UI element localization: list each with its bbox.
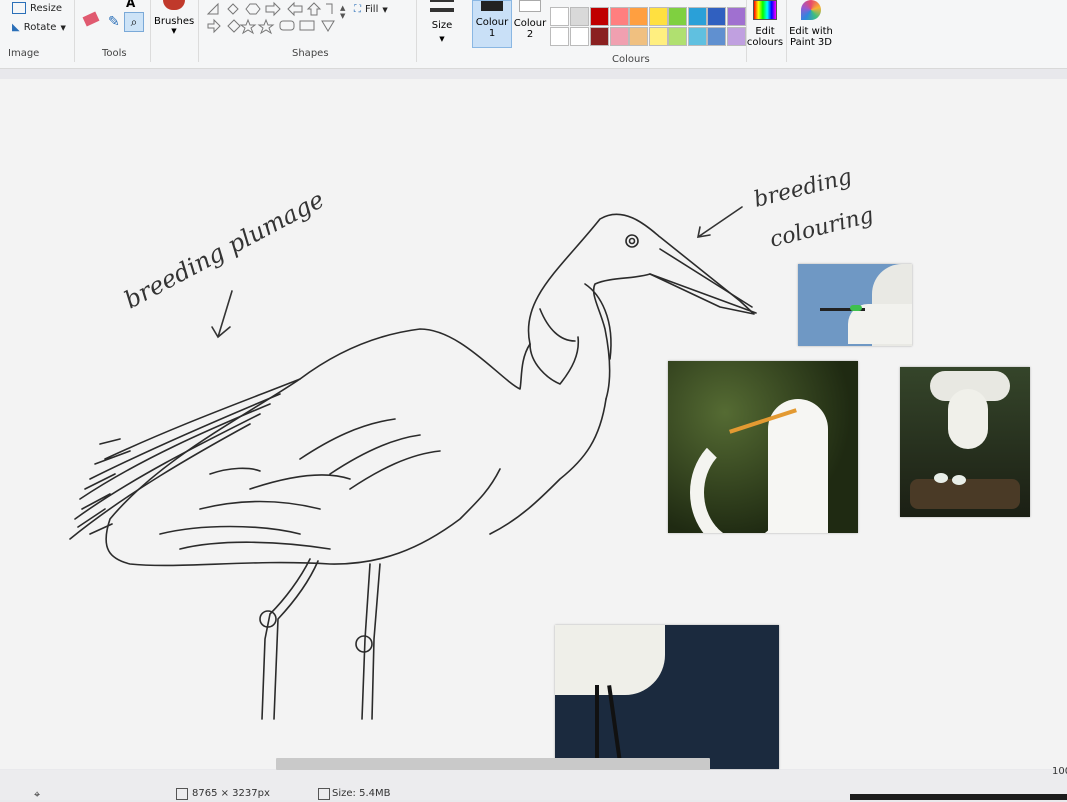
chevron-down-icon: ▼ [439,35,445,43]
chevron-down-icon: ▼ [171,27,177,35]
palette-swatch[interactable] [726,27,746,46]
palette-swatch[interactable] [648,27,668,46]
divider [416,0,417,62]
resize-icon [12,2,26,14]
palette-swatch[interactable] [609,7,629,26]
palette-swatch[interactable] [629,7,648,26]
palette-swatch-empty[interactable] [550,27,569,46]
egret-wing-feathers [159,418,441,550]
palette-swatch[interactable] [629,27,648,46]
magnifier-icon[interactable]: ⌕ [124,12,144,32]
divider [786,0,787,62]
palette-swatch[interactable] [687,7,707,26]
colour-palette [550,0,746,48]
annotation-colouring-line1: breeding [751,164,854,212]
divider [150,0,151,62]
palette-swatch[interactable] [726,7,746,26]
reference-photo-egret-pair [668,361,858,533]
palette-swatch[interactable] [590,27,609,46]
colouring-arrow [696,206,743,238]
size-lines-icon [430,0,454,12]
palette-swatch[interactable] [668,27,687,46]
chevron-down-icon: ▼ [382,5,388,14]
rotate-icon: ◣ [12,22,20,33]
colour2-swatch [519,0,541,12]
reference-photo-egret-legs [555,625,779,769]
colour-spectrum-icon [753,0,777,20]
file-size-icon [318,788,330,800]
edit-colours-button[interactable]: Edit colours [746,0,784,48]
palette-swatch-white[interactable] [550,7,569,26]
color-picker-icon[interactable]: ✎ [108,14,120,30]
drawing-canvas[interactable]: breeding plumage breeding colouring [0,79,1067,769]
rotate-button[interactable]: ◣ Rotate ▼ [12,22,66,33]
shapes-scroll[interactable]: ▲ ▼ [340,4,345,20]
shapes-group-label: Shapes [292,48,329,59]
divider [198,0,199,62]
egret-legs [261,558,381,720]
palette-swatch[interactable] [707,7,726,26]
palette-swatch[interactable] [590,7,609,26]
colour2-button[interactable]: Colour 2 [512,0,548,46]
reference-photo-egret-nest [900,367,1030,517]
egret-neck [489,308,607,535]
palette-swatch[interactable] [648,7,668,26]
canvas-area: breeding plumage breeding colouring [0,69,1067,769]
colour1-button[interactable]: Colour 1 [472,0,512,48]
fill-icon: ⛶ [354,4,361,15]
palette-swatch[interactable] [609,27,629,46]
palette-swatch[interactable] [668,7,687,26]
tools-group-label: Tools [102,48,127,59]
taskbar-strip [850,794,1067,800]
colour1-swatch [481,1,503,11]
shapes-gallery[interactable] [204,0,344,40]
file-size: Size: 5.4MB [332,788,391,799]
palette-swatch-light[interactable] [570,7,589,26]
image-group-label: Image [8,48,40,59]
status-bar: ⌖ 8765 × 3237px Size: 5.4MB 100 [0,766,1067,801]
palette-swatch-empty[interactable] [570,27,589,46]
ribbon: Resize ◣ Rotate ▼ Image ✎ ⌕ A Tools Brus… [0,0,1067,69]
zoom-level[interactable]: 100 [1052,766,1067,777]
egret-breeding-plumes [69,378,301,540]
colours-group-label: Colours [612,54,650,65]
palette-swatch[interactable] [707,27,726,46]
brushes-button[interactable]: Brushes ▼ [154,0,194,40]
text-icon[interactable]: A [126,0,135,10]
reference-photo-egret-head [798,264,912,346]
paint3d-icon [801,0,821,20]
divider [74,0,75,62]
annotation-colouring-line2: colouring [767,203,876,253]
plumage-arrow [211,290,233,339]
chevron-down-icon: ▼ [60,23,66,32]
dimensions-icon [176,788,188,800]
eraser-icon[interactable] [82,11,100,27]
fill-button[interactable]: ⛶ Fill ▼ [354,4,388,15]
horizontal-scrollbar[interactable] [276,758,710,770]
annotation-plumage: breeding plumage [120,185,329,314]
brush-icon [163,0,185,10]
size-button[interactable]: Size ▼ [424,0,460,43]
resize-button[interactable]: Resize [12,2,62,14]
edit-with-paint3d-button[interactable]: Edit with Paint 3D [788,0,834,48]
egret-eye [625,234,639,248]
image-dimensions: 8765 × 3237px [192,788,270,799]
palette-swatch[interactable] [687,27,707,46]
